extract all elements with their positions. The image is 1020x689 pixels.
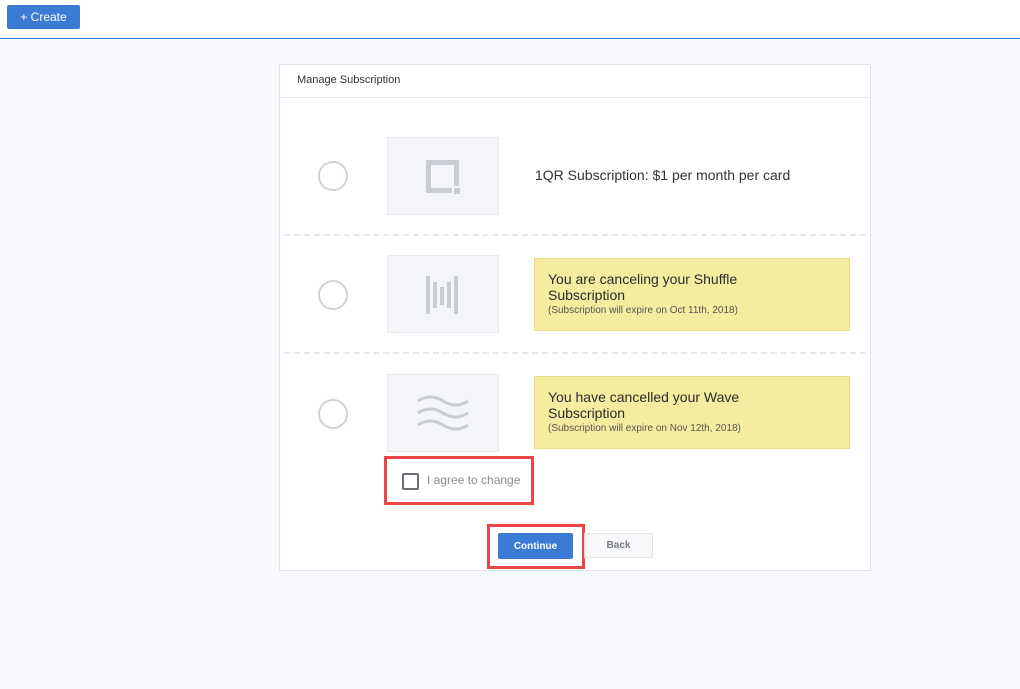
subscription-option-wave: You have cancelled your Wave Subscriptio… (280, 354, 870, 472)
option-label-qr: 1QR Subscription: $1 per month per card (535, 167, 791, 183)
agree-label[interactable]: I agree to change (427, 473, 520, 487)
top-bar: + Create (0, 0, 1020, 39)
card-title: Manage Subscription (297, 74, 401, 86)
notice-expiry-wave: (Subscription will expire on Nov 12th, 2… (548, 423, 741, 434)
continue-highlight: Continue (487, 524, 585, 569)
cancel-notice-wave: You have cancelled your Wave Subscriptio… (534, 376, 850, 449)
notice-title-wave: You have cancelled your Wave Subscriptio… (548, 389, 740, 421)
create-button[interactable]: + Create (7, 5, 80, 29)
subscription-option-shuffle: You are canceling your Shuffle Subscript… (280, 235, 870, 353)
qr-square-icon (387, 137, 499, 215)
radio-option-qr[interactable] (318, 161, 348, 191)
manage-subscription-card: Manage Subscription 1QR Subscription: $1… (279, 64, 871, 571)
radio-option-shuffle[interactable] (318, 280, 348, 310)
radio-option-wave[interactable] (318, 399, 348, 429)
cancel-notice-shuffle: You are canceling your Shuffle Subscript… (534, 258, 850, 331)
card-header: Manage Subscription (280, 65, 870, 98)
wave-icon (387, 374, 499, 452)
agree-checkbox[interactable] (402, 473, 419, 490)
back-button[interactable]: Back (584, 533, 653, 558)
agree-highlight: I agree to change (384, 456, 534, 505)
shuffle-bars-icon (387, 255, 499, 333)
continue-button[interactable]: Continue (498, 533, 573, 559)
notice-title-shuffle: You are canceling your Shuffle Subscript… (548, 271, 738, 303)
subscription-option-qr: 1QR Subscription: $1 per month per card (280, 98, 870, 216)
notice-expiry-shuffle: (Subscription will expire on Oct 11th, 2… (548, 305, 738, 316)
